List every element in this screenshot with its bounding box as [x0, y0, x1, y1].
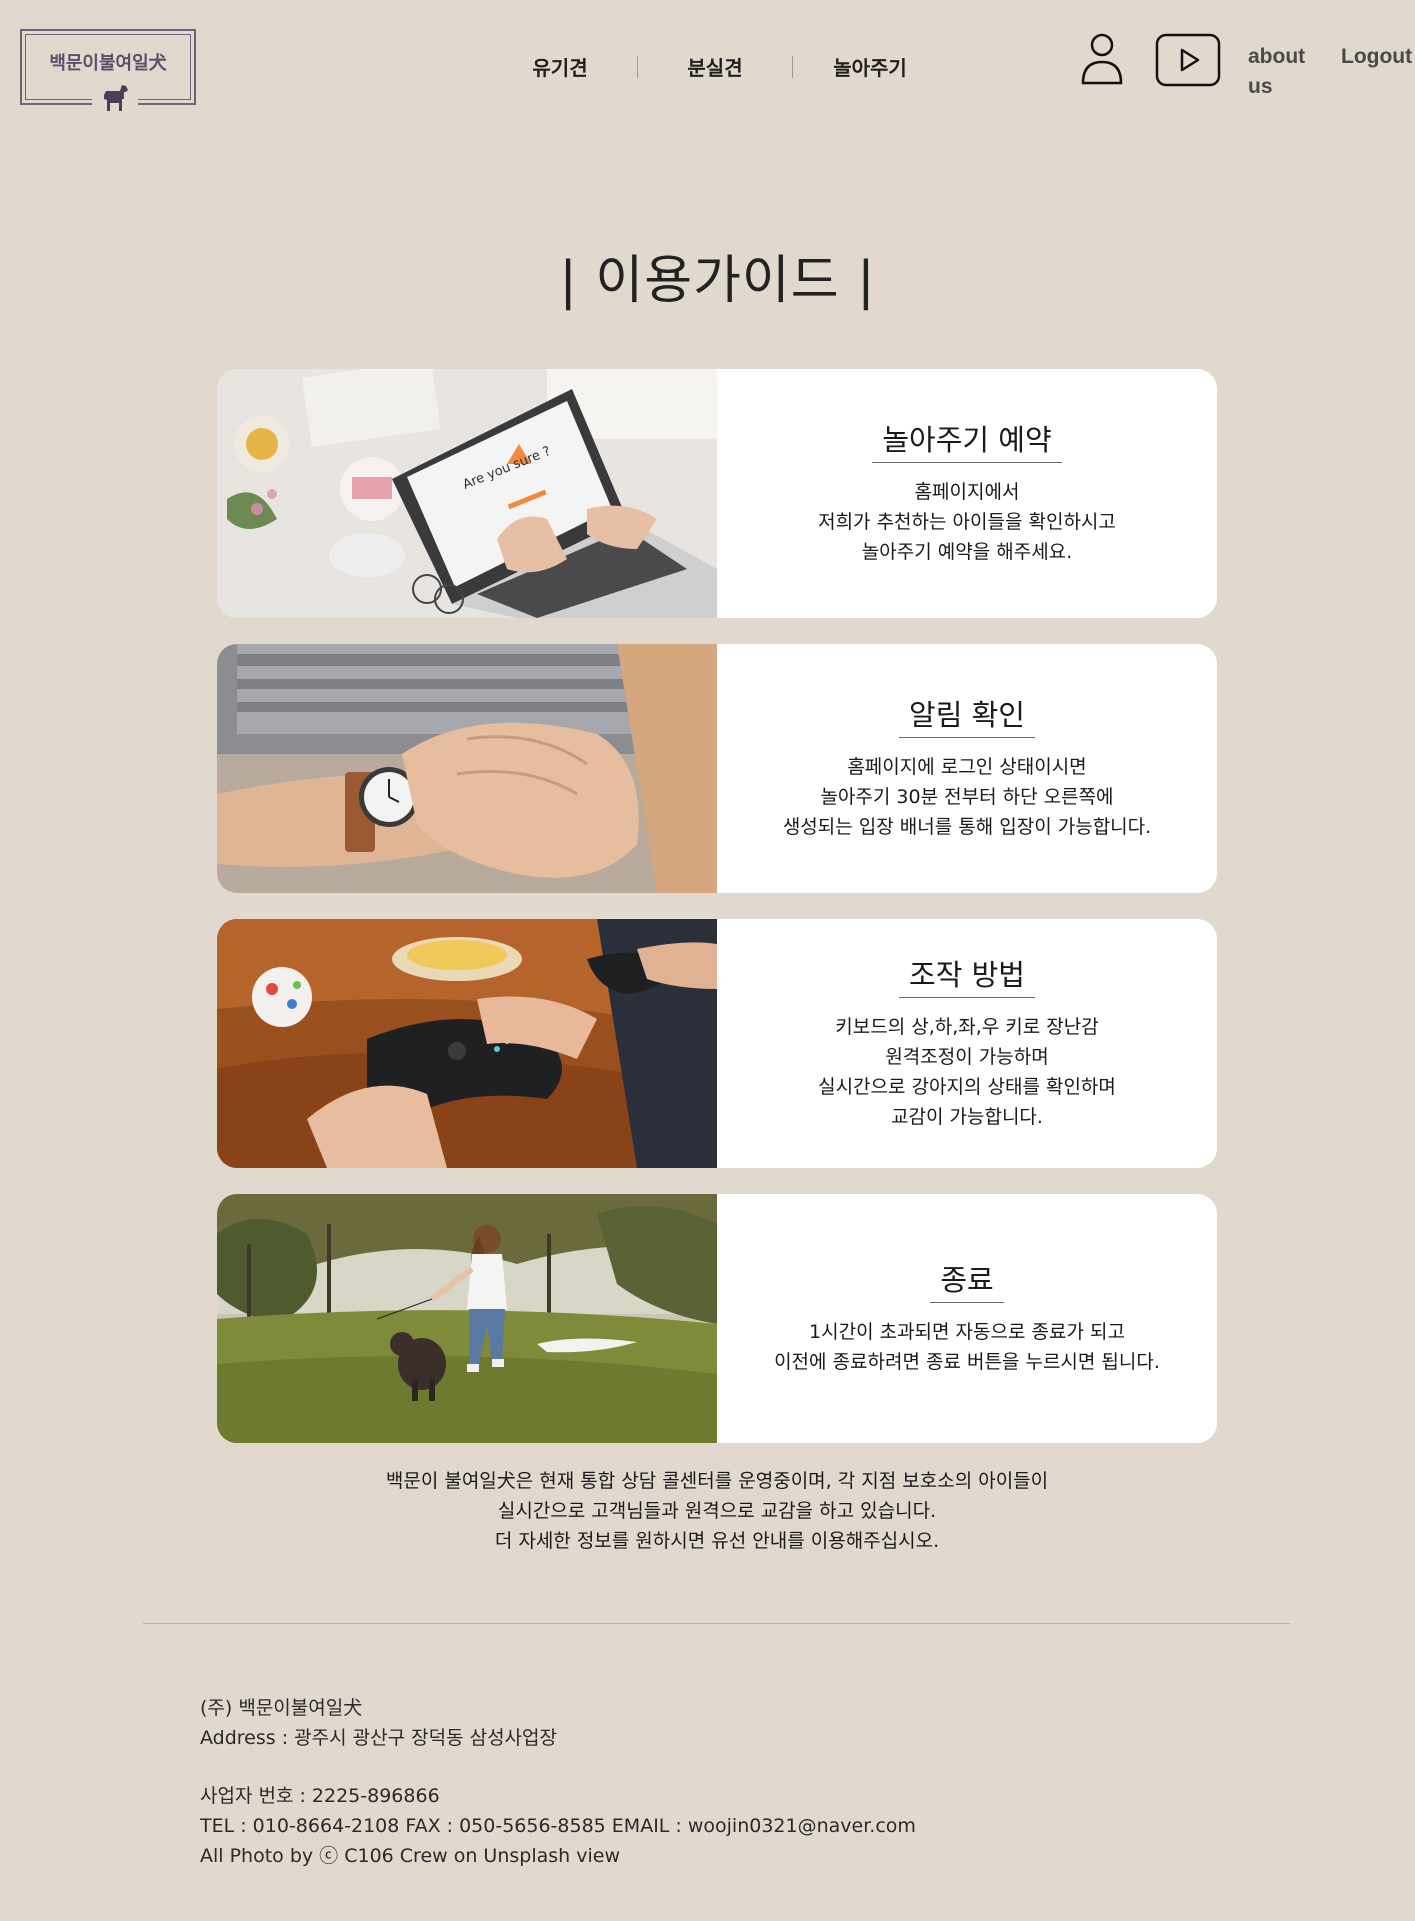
card-description: 키보드의 상,하,좌,우 키로 장난감 원격조정이 가능하며 실시간으로 강아지… [818, 1012, 1116, 1132]
footer: (주) 백문이불여일犬 Address : 광주시 광산구 장덕동 삼성사업장 … [200, 1693, 1100, 1871]
card-title: 놀아주기 예약 [882, 423, 1052, 457]
footer-address: Address : 광주시 광산구 장덕동 삼성사업장 [200, 1727, 557, 1749]
card-line: 1시간이 초과되면 자동으로 종료가 되고 [809, 1321, 1125, 1343]
nav-divider [792, 55, 793, 78]
gamepad-photo [217, 919, 717, 1168]
laptop-photo: Are you sure ? [217, 369, 717, 618]
card-title-underline: 조작 방법 [899, 955, 1035, 998]
card-line: 놀아주기 예약을 해주세요. [861, 541, 1073, 563]
girl-with-dog-photo [217, 1194, 717, 1443]
nav-divider [637, 55, 638, 78]
card-line: 원격조정이 가능하며 [885, 1046, 1049, 1068]
card-line: 홈페이지에서 [914, 481, 1020, 503]
site-logo[interactable]: 백문이불여일犬 [20, 29, 196, 117]
card-line: 생성되는 입장 배너를 통해 입장이 가능합니다. [782, 816, 1152, 838]
about-us-link[interactable]: about us [1248, 42, 1318, 102]
card-description: 홈페이지에서 저희가 추천하는 아이들을 확인하시고 놀아주기 예약을 해주세요… [818, 477, 1116, 567]
card-line: 이전에 종료하려면 종료 버튼을 누르시면 됩니다. [774, 1351, 1160, 1373]
footer-contact: TEL : 010-8664-2108 FAX : 050-5656-8585 … [200, 1815, 916, 1837]
card-title: 조작 방법 [909, 958, 1025, 992]
card-description: 홈페이지에 로그인 상태이시면 놀아주기 30분 전부터 하단 오른쪽에 생성되… [783, 752, 1151, 842]
footer-business-number: 사업자 번호 : 2225-896866 [200, 1785, 440, 1807]
dog-icon [92, 81, 138, 117]
nav-play[interactable]: 놀아주기 [820, 52, 920, 81]
page-title: | 이용가이드 | [559, 251, 876, 311]
footer-photo-credit: All Photo by ⓒ C106 Crew on Unsplash vie… [200, 1845, 620, 1867]
card-title: 알림 확인 [909, 698, 1025, 732]
nav-abandoned-dogs[interactable]: 유기견 [510, 52, 610, 81]
guide-card-controls: 조작 방법 키보드의 상,하,좌,우 키로 장난감 원격조정이 가능하며 실시간… [217, 919, 1217, 1168]
wristwatch-photo [217, 644, 717, 893]
card-line: 실시간으로 강아지의 상태를 확인하며 [818, 1076, 1116, 1098]
main-nav: 유기견 분실견 놀아주기 [510, 52, 920, 81]
card-line: 키보드의 상,하,좌,우 키로 장난감 [835, 1016, 1099, 1038]
info-line: 백문이 불여일犬은 현재 통합 상담 콜센터를 운영중이며, 각 지점 보호소의… [385, 1470, 1049, 1492]
guide-card-notification: 알림 확인 홈페이지에 로그인 상태이시면 놀아주기 30분 전부터 하단 오른… [217, 644, 1217, 893]
footer-divider [143, 1623, 1290, 1624]
footer-company: (주) 백문이불여일犬 [200, 1697, 363, 1719]
info-line: 실시간으로 고객님들과 원격으로 교감을 하고 있습니다. [497, 1500, 937, 1522]
info-line: 더 자세한 정보를 원하시면 유선 안내를 이용해주십시오. [494, 1530, 940, 1552]
card-title: 종료 [940, 1263, 994, 1297]
card-title-underline: 종료 [930, 1260, 1004, 1303]
footer-spacer [200, 1753, 1100, 1781]
card-line: 저희가 추천하는 아이들을 확인하시고 [818, 511, 1116, 533]
card-line: 홈페이지에 로그인 상태이시면 [847, 756, 1087, 778]
logo-text: 백문이불여일犬 [49, 53, 167, 74]
card-text: 종료 1시간이 초과되면 자동으로 종료가 되고 이전에 종료하려면 종료 버튼… [717, 1194, 1217, 1443]
card-title-underline: 알림 확인 [899, 695, 1035, 738]
guide-card-reservation: Are you sure ? 놀아주기 예약 홈페이지에서 저희가 추천하는 아… [217, 369, 1217, 618]
card-line: 놀아주기 30분 전부터 하단 오른쪽에 [820, 786, 1114, 808]
card-title-underline: 놀아주기 예약 [872, 420, 1062, 463]
card-text: 알림 확인 홈페이지에 로그인 상태이시면 놀아주기 30분 전부터 하단 오른… [717, 644, 1217, 893]
card-text: 놀아주기 예약 홈페이지에서 저희가 추천하는 아이들을 확인하시고 놀아주기 … [717, 369, 1217, 618]
guide-card-exit: 종료 1시간이 초과되면 자동으로 종료가 되고 이전에 종료하려면 종료 버튼… [217, 1194, 1217, 1443]
card-line: 교감이 가능합니다. [891, 1106, 1043, 1128]
header: 백문이불여일犬 유기견 분실견 놀아주기 about us Logout [0, 0, 1415, 120]
logout-link[interactable]: Logout [1341, 42, 1412, 72]
card-text: 조작 방법 키보드의 상,하,좌,우 키로 장난감 원격조정이 가능하며 실시간… [717, 919, 1217, 1168]
service-info: 백문이 불여일犬은 현재 통합 상담 콜센터를 운영중이며, 각 지점 보호소의… [217, 1466, 1217, 1556]
card-description: 1시간이 초과되면 자동으로 종료가 되고 이전에 종료하려면 종료 버튼을 누… [774, 1317, 1160, 1377]
user-icon[interactable] [1080, 32, 1124, 86]
nav-lost-dogs[interactable]: 분실견 [665, 52, 765, 81]
youtube-play-icon[interactable] [1155, 33, 1221, 87]
